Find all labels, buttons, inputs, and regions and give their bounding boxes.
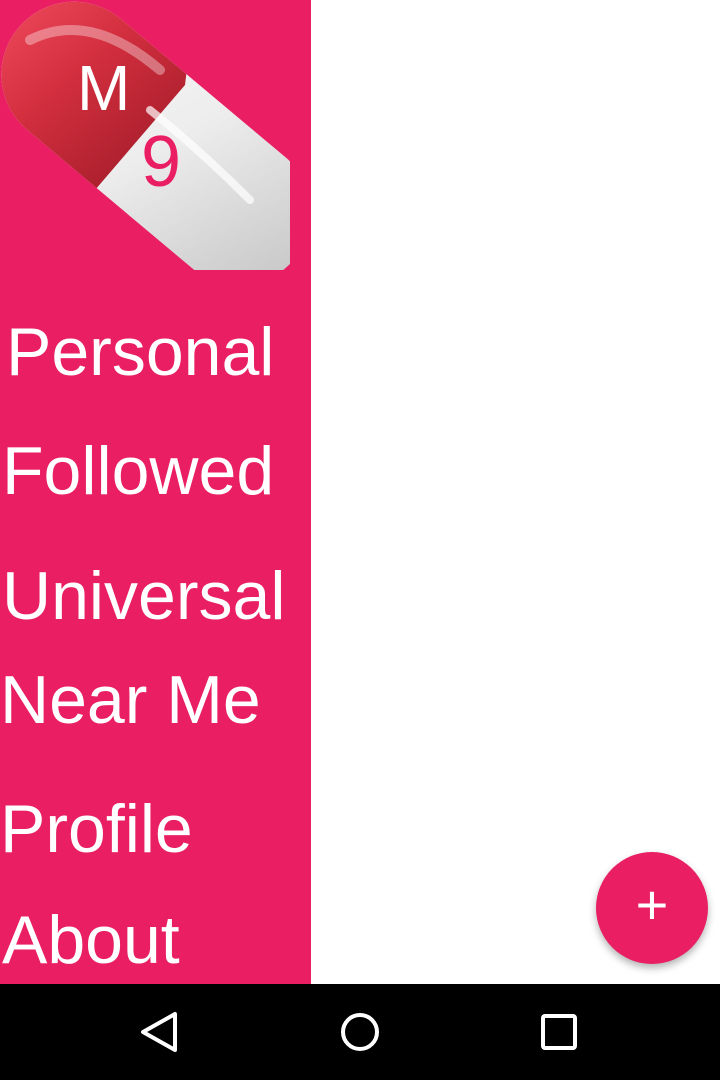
- recents-icon: [541, 1014, 577, 1050]
- system-navigation-bar: [0, 984, 720, 1080]
- drawer-item-profile[interactable]: Profile: [0, 795, 193, 863]
- back-button[interactable]: [131, 1004, 187, 1060]
- drawer-item-followed[interactable]: Followed: [2, 437, 274, 505]
- main-content: [311, 0, 720, 984]
- plus-icon: +: [635, 873, 669, 936]
- app-logo: M 9: [0, 0, 311, 315]
- app-screen: M 9 Personal Followed Universal Near Me …: [0, 0, 720, 1080]
- drawer-item-near-me[interactable]: Near Me: [0, 666, 261, 734]
- recents-button[interactable]: [531, 1004, 587, 1060]
- drawer-item-universal[interactable]: Universal: [2, 562, 285, 630]
- add-button[interactable]: +: [596, 852, 708, 964]
- home-button[interactable]: [332, 1004, 388, 1060]
- logo-digit: 9: [141, 122, 182, 202]
- logo-letter: M: [77, 52, 131, 124]
- drawer-item-personal[interactable]: Personal: [6, 318, 274, 386]
- navigation-drawer: M 9 Personal Followed Universal Near Me …: [0, 0, 311, 984]
- back-icon: [141, 1012, 177, 1052]
- drawer-item-about[interactable]: About: [2, 906, 180, 974]
- home-icon: [341, 1013, 379, 1051]
